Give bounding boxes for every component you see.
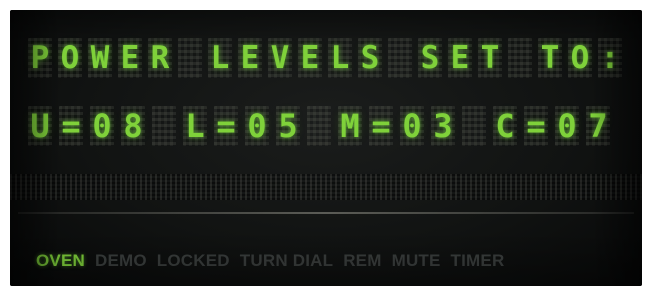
line1-char-cell: P bbox=[26, 28, 54, 88]
line2-char: = bbox=[371, 107, 391, 145]
line2-char-cell: = bbox=[522, 96, 550, 156]
line1-char-cell: W bbox=[86, 28, 114, 88]
line1-char-cell: S bbox=[416, 28, 444, 88]
line1-char: : bbox=[600, 39, 620, 76]
line1-char: L bbox=[210, 39, 230, 76]
indicator-timer: TIMER bbox=[450, 251, 505, 270]
display-line-1: POWERLEVELSSETTO: bbox=[26, 28, 626, 88]
line1-char: E bbox=[300, 39, 320, 76]
indicator-mute: MUTE bbox=[391, 251, 441, 270]
line2-char-cell bbox=[305, 96, 333, 156]
line2-char-cell: 0 bbox=[243, 96, 271, 156]
line1-char-cell: T bbox=[536, 28, 564, 88]
line2-char-cell: 0 bbox=[553, 96, 581, 156]
line2-char: 5 bbox=[278, 107, 298, 145]
line2-char-cell: 8 bbox=[119, 96, 147, 156]
line2-char-cell bbox=[150, 96, 178, 156]
line2-char: 0 bbox=[557, 107, 577, 145]
line2-char-cell: 5 bbox=[274, 96, 302, 156]
line1-char-cell: R bbox=[146, 28, 174, 88]
indicator-turn-dial: TURN DIAL bbox=[239, 251, 334, 270]
line2-char: = bbox=[61, 107, 81, 145]
line2-char: 0 bbox=[92, 107, 112, 145]
line1-char-cell: E bbox=[236, 28, 264, 88]
line2-char: L bbox=[185, 107, 205, 145]
line2-char: 0 bbox=[402, 107, 422, 145]
line1-char: S bbox=[420, 39, 440, 76]
line2-char: = bbox=[526, 107, 546, 145]
line2-char-cell: = bbox=[57, 96, 85, 156]
line1-char: E bbox=[120, 39, 140, 76]
line1-char: O bbox=[570, 39, 590, 76]
line1-char-cell: S bbox=[356, 28, 384, 88]
line1-char: L bbox=[330, 39, 350, 76]
indicator-locked: LOCKED bbox=[156, 251, 230, 270]
line1-char: R bbox=[150, 39, 170, 76]
line2-char-cell: M bbox=[336, 96, 364, 156]
display-divider bbox=[18, 212, 634, 214]
indicator-rem: REM bbox=[343, 251, 382, 270]
line1-char-cell: O bbox=[56, 28, 84, 88]
line2-char-cell: U bbox=[26, 96, 54, 156]
line2-char: C bbox=[495, 107, 515, 145]
line1-char: T bbox=[540, 39, 560, 76]
line2-char-cell: 7 bbox=[584, 96, 612, 156]
status-indicator-bar: OVEN DEMO LOCKED TURN DIAL REM MUTE TIMER bbox=[36, 250, 504, 272]
indicator-oven: OVEN bbox=[36, 251, 85, 270]
line2-char: = bbox=[216, 107, 236, 145]
line1-char-cell: : bbox=[596, 28, 624, 88]
line2-char-cell: C bbox=[491, 96, 519, 156]
line2-char: 8 bbox=[123, 107, 143, 145]
line1-char-cell: O bbox=[566, 28, 594, 88]
line1-char: P bbox=[30, 39, 50, 76]
line1-char: S bbox=[360, 39, 380, 76]
line2-char: M bbox=[340, 107, 360, 145]
dot-matrix-strip bbox=[10, 174, 642, 200]
line2-char-cell bbox=[460, 96, 488, 156]
line2-char: 7 bbox=[588, 107, 608, 145]
line1-char: O bbox=[60, 39, 80, 76]
line1-char-cell: L bbox=[206, 28, 234, 88]
line2-char-cell: 0 bbox=[88, 96, 116, 156]
display-line-2: U = 0 8 L = 0 5 M = 0 3 C = 0 7 bbox=[26, 96, 626, 156]
line1-char: T bbox=[480, 39, 500, 76]
line1-char-cell: T bbox=[476, 28, 504, 88]
line2-char: U bbox=[30, 107, 50, 145]
line2-char-cell: = bbox=[367, 96, 395, 156]
line2-char: 3 bbox=[433, 107, 453, 145]
line1-char-cell: V bbox=[266, 28, 294, 88]
line1-char: W bbox=[90, 39, 110, 76]
line2-char-cell: = bbox=[212, 96, 240, 156]
line1-char: E bbox=[240, 39, 260, 76]
line1-char: E bbox=[450, 39, 470, 76]
line1-char-cell bbox=[176, 28, 204, 88]
vfd-display-panel: POWERLEVELSSETTO: U = 0 8 L = 0 5 M = 0 3 C = 0 7 OVEN D… bbox=[10, 10, 642, 286]
line2-char: 0 bbox=[247, 107, 267, 145]
line2-char-cell: 3 bbox=[429, 96, 457, 156]
line1-char-cell: E bbox=[446, 28, 474, 88]
line2-char-cell: L bbox=[181, 96, 209, 156]
line1-char-cell bbox=[386, 28, 414, 88]
indicator-demo: DEMO bbox=[94, 251, 147, 270]
line1-char-cell: L bbox=[326, 28, 354, 88]
line1-char: V bbox=[270, 39, 290, 76]
line1-char-cell bbox=[506, 28, 534, 88]
line2-char-cell: 0 bbox=[398, 96, 426, 156]
line1-char-cell: E bbox=[296, 28, 324, 88]
line1-char-cell: E bbox=[116, 28, 144, 88]
